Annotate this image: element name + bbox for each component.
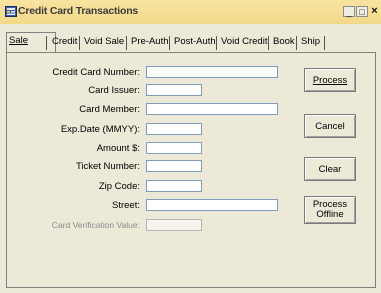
amount-label: Amount $: [96, 143, 140, 154]
tab-post-auth[interactable]: Post-Auth [174, 34, 216, 52]
tab-divider [79, 36, 80, 50]
credit-card-window: Credit Card Transactions _ □ × Sale Cred… [0, 0, 381, 293]
process-button[interactable]: Process [304, 68, 356, 92]
process-offline-button[interactable]: Process Offline [304, 196, 356, 224]
cancel-button[interactable]: Cancel [304, 114, 356, 138]
restore-button[interactable]: □ [356, 6, 368, 17]
card-number-label: Credit Card Number: [52, 67, 140, 78]
app-icon [5, 6, 17, 17]
card-number-input[interactable] [146, 66, 278, 78]
tab-void-sale[interactable]: Void Sale [84, 34, 124, 52]
tab-pre-auth[interactable]: Pre-Auth [131, 34, 169, 52]
zip-code-input[interactable] [146, 180, 202, 192]
tab-divider [126, 36, 127, 50]
zip-code-label: Zip Code: [98, 181, 140, 192]
cvv-input[interactable] [146, 219, 202, 231]
window-title: Credit Card Transactions [18, 5, 139, 17]
card-issuer-label: Card Issuer: [88, 85, 140, 96]
cvv-label: Card Verification Value: [51, 220, 140, 230]
tab-credit[interactable]: Credit [52, 34, 77, 52]
card-member-label: Card Member: [79, 104, 140, 115]
tab-divider [46, 36, 47, 50]
amount-input[interactable] [146, 142, 202, 154]
minimize-button[interactable]: _ [343, 6, 355, 17]
tab-sale[interactable]: Sale [9, 32, 28, 52]
tab-ship[interactable]: Ship [301, 34, 320, 52]
clear-button[interactable]: Clear [304, 157, 356, 181]
street-label: Street: [112, 200, 140, 211]
title-bar[interactable]: Credit Card Transactions _ □ × [0, 0, 381, 24]
tab-divider [296, 36, 297, 50]
card-member-input[interactable] [146, 103, 278, 115]
tab-divider [216, 36, 217, 50]
exp-date-label: Exp.Date (MMYY): [60, 124, 140, 135]
street-input[interactable] [146, 199, 278, 211]
exp-date-input[interactable] [146, 123, 202, 135]
tab-void-credit[interactable]: Void Credit [221, 34, 267, 52]
card-issuer-input[interactable] [146, 84, 202, 96]
ticket-number-input[interactable] [146, 160, 202, 172]
ticket-number-label: Ticket Number: [75, 161, 140, 172]
tab-book[interactable]: Book [273, 34, 295, 52]
tab-divider [169, 36, 170, 50]
tab-divider [268, 36, 269, 50]
tab-divider [324, 36, 325, 50]
close-button[interactable]: × [369, 6, 380, 17]
